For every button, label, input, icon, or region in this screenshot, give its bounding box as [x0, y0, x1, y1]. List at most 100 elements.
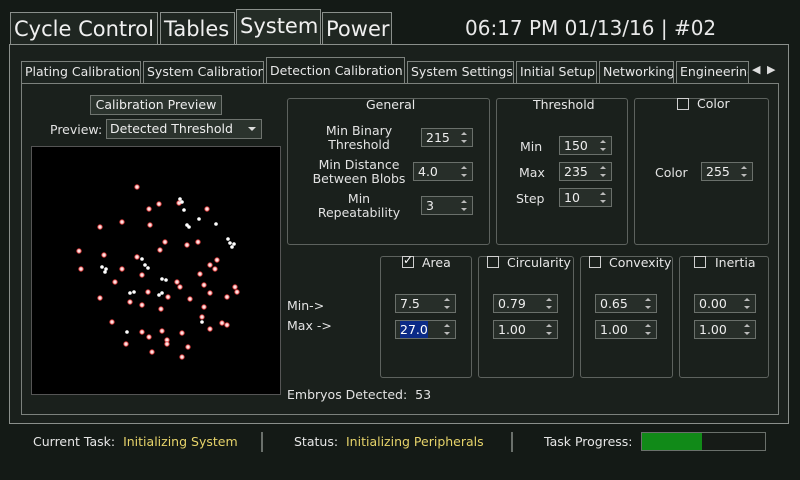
min-distance-input[interactable]: 4.0 — [413, 162, 473, 181]
status-divider — [261, 432, 263, 452]
calibration-preview-button[interactable]: Calibration Preview — [90, 95, 222, 115]
convexity-checkbox[interactable] — [589, 256, 601, 268]
detected-blob — [179, 354, 185, 360]
detected-blob — [159, 328, 165, 334]
inertia-min-input[interactable]: 0.00 — [694, 294, 756, 313]
current-task-value: Initializing System — [123, 434, 238, 449]
min-distance-value: 4.0 — [418, 164, 438, 179]
detected-blob — [224, 294, 230, 300]
noise-blob — [226, 237, 230, 241]
spin-arrows-icon[interactable] — [444, 295, 452, 312]
tab-power[interactable]: Power — [322, 12, 392, 44]
min-repeatability-input[interactable]: 3 — [421, 196, 473, 215]
convexity-min-input[interactable]: 0.65 — [595, 294, 657, 313]
subtab-initial-setup[interactable]: Initial Setup — [516, 61, 597, 83]
circularity-checkbox[interactable] — [487, 256, 499, 268]
spin-arrows-icon[interactable] — [744, 321, 752, 338]
convexity-group — [580, 256, 673, 378]
color-checkbox[interactable] — [677, 98, 689, 110]
noise-blob — [160, 291, 164, 295]
noise-blob — [182, 208, 186, 212]
noise-blob — [232, 242, 236, 246]
min-binary-threshold-input[interactable]: 215 — [421, 128, 473, 147]
spin-arrows-icon[interactable] — [461, 129, 469, 146]
noise-blob — [187, 225, 191, 229]
spin-arrows-icon[interactable] — [461, 163, 469, 180]
threshold-step-label: Step — [516, 191, 545, 206]
subtab-engineering[interactable]: Engineering — [676, 61, 749, 83]
preview-canvas — [76, 184, 240, 360]
inertia-checkbox[interactable] — [694, 256, 706, 268]
noise-blob — [228, 241, 232, 245]
preview-select[interactable]: Detected Threshold — [106, 119, 262, 139]
detected-blob — [185, 344, 191, 350]
spin-arrows-icon[interactable] — [600, 137, 608, 154]
spin-arrows-icon[interactable] — [600, 189, 608, 206]
convexity-min-value: 0.65 — [600, 296, 628, 311]
threshold-max-input[interactable]: 235 — [559, 162, 612, 181]
detected-blob — [78, 266, 84, 272]
tab-cycle-control[interactable]: Cycle Control — [10, 12, 158, 44]
preview-label: Preview: — [50, 122, 103, 137]
min-distance-label: Min Distance Between Blobs — [312, 157, 406, 186]
subtab-detection-calibration[interactable]: Detection Calibration — [266, 57, 405, 83]
embryos-detected-label: Embryos Detected: — [287, 387, 408, 402]
area-max-input[interactable]: 27.0 — [395, 320, 456, 339]
color-label: Color — [655, 165, 688, 180]
current-task-label: Current Task: — [33, 434, 116, 449]
subtab-plating-calibration[interactable]: Plating Calibration — [21, 61, 141, 83]
circularity-max-value: 1.00 — [498, 322, 526, 337]
detected-blob — [127, 299, 133, 305]
area-checkbox[interactable]: ✓ — [402, 253, 414, 268]
subtab-system-settings[interactable]: System Settings — [407, 61, 514, 83]
inertia-max-value: 1.00 — [699, 322, 727, 337]
spin-arrows-icon[interactable] — [444, 321, 452, 338]
circularity-max-input[interactable]: 1.00 — [493, 320, 558, 339]
noise-blob — [140, 257, 144, 261]
inertia-max-input[interactable]: 1.00 — [694, 320, 756, 339]
spin-arrows-icon[interactable] — [645, 295, 653, 312]
subtab-system-calibration[interactable]: System Calibration — [143, 61, 264, 83]
tab-scroll-left-icon[interactable]: ◀ — [752, 63, 760, 76]
detected-blob — [174, 279, 180, 285]
spin-arrows-icon[interactable] — [546, 295, 554, 312]
detected-blob — [184, 242, 190, 248]
spin-arrows-icon[interactable] — [744, 295, 752, 312]
spin-arrows-icon[interactable] — [645, 321, 653, 338]
threshold-step-input[interactable]: 10 — [559, 188, 612, 207]
convexity-max-input[interactable]: 1.00 — [595, 320, 657, 339]
inertia-group — [679, 256, 769, 378]
embryos-detected: Embryos Detected: 53 — [287, 387, 431, 402]
noise-blob — [132, 290, 136, 294]
noise-blob — [180, 200, 184, 204]
spin-arrows-icon[interactable] — [741, 163, 749, 180]
noise-blob — [128, 291, 132, 295]
color-input[interactable]: 255 — [701, 162, 753, 181]
detected-blob — [204, 206, 210, 212]
tab-scroll-right-icon[interactable]: ▶ — [767, 63, 775, 76]
detected-blob — [207, 262, 213, 268]
min-repeatability-label: Min Repeatability — [317, 191, 401, 220]
detected-blob — [97, 224, 103, 230]
detected-blob — [212, 266, 218, 272]
noise-blob — [197, 217, 201, 221]
tab-tables[interactable]: Tables — [160, 12, 235, 44]
tab-system[interactable]: System — [236, 9, 321, 44]
spin-arrows-icon[interactable] — [461, 197, 469, 214]
detected-blob — [219, 320, 225, 326]
spin-arrows-icon[interactable] — [546, 321, 554, 338]
general-title: General — [366, 97, 416, 112]
detected-blob — [234, 289, 240, 295]
detected-blob — [207, 290, 213, 296]
area-min-input[interactable]: 7.5 — [395, 294, 456, 313]
status: Status: Initializing Peripherals — [294, 434, 484, 449]
circularity-min-input[interactable]: 0.79 — [493, 294, 558, 313]
spin-arrows-icon[interactable] — [600, 163, 608, 180]
detected-blob — [149, 349, 155, 355]
subtab-networking[interactable]: Networking — [599, 61, 674, 83]
detected-blob — [112, 279, 118, 285]
detected-blob — [197, 271, 203, 277]
detected-blob — [179, 330, 185, 336]
threshold-min-input[interactable]: 150 — [559, 136, 612, 155]
status-label: Status: — [294, 434, 339, 449]
